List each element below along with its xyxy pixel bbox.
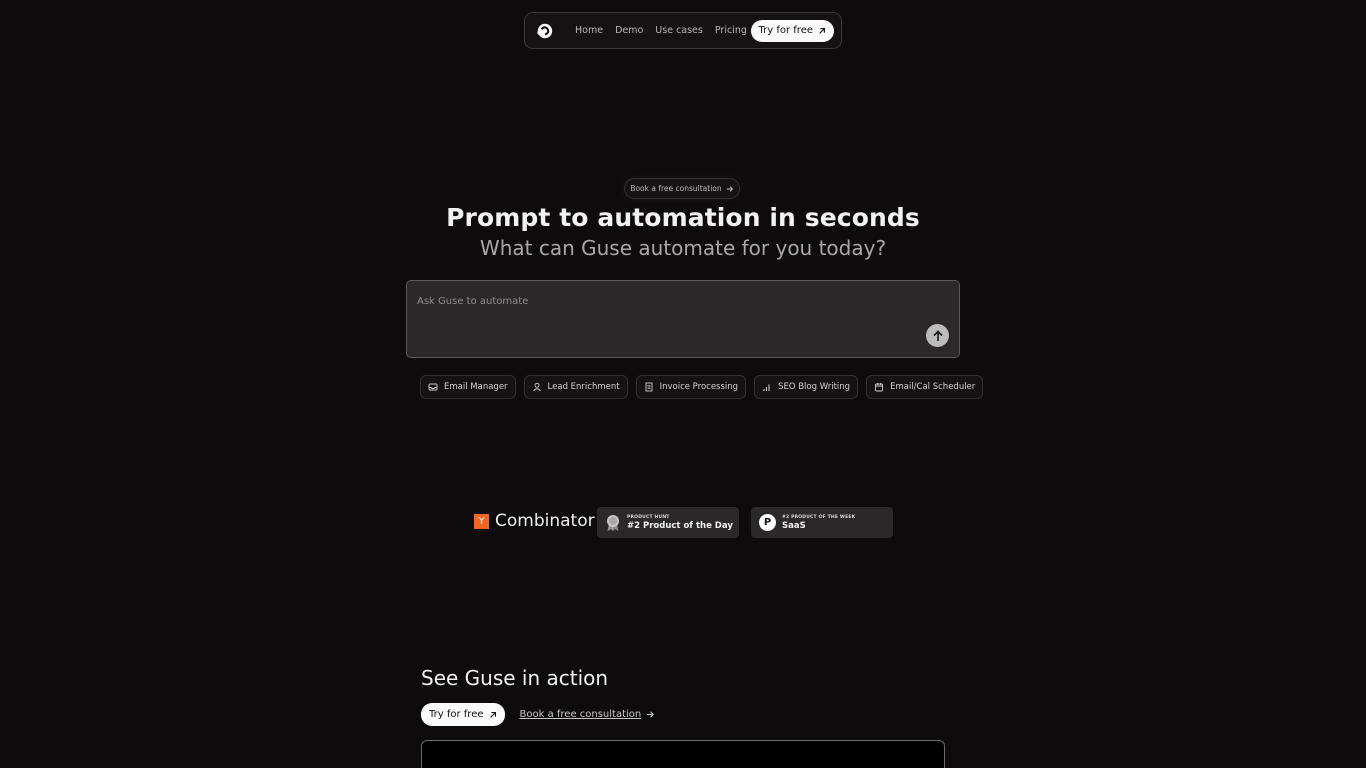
action-try-free-label: Try for free: [429, 709, 484, 720]
arrow-right-icon: [647, 711, 655, 718]
demo-video-frame[interactable]: [421, 740, 945, 768]
action-row: Try for free Book a free consultation: [421, 703, 655, 726]
yc-box-icon: Y: [474, 513, 489, 529]
chip-label: Email Manager: [444, 382, 508, 392]
consult-label: Book a free consultation: [519, 709, 642, 720]
nav-link-use-cases[interactable]: Use cases: [655, 25, 703, 36]
nav-link-home[interactable]: Home: [575, 25, 603, 36]
chip-email-manager[interactable]: Email Manager: [420, 375, 516, 399]
hero-title: Prompt to automation in seconds: [446, 203, 920, 232]
badge-small-label: #2 PRODUCT OF THE WEEK: [782, 514, 856, 520]
yc-text: Combinator: [495, 511, 595, 531]
product-hunt-day-badge[interactable]: PRODUCT HUNT #2 Product of the Day: [597, 507, 739, 538]
hero-subtitle: What can Guse automate for you today?: [479, 236, 887, 260]
action-try-free-button[interactable]: Try for free: [421, 703, 505, 726]
inbox-icon: [428, 383, 438, 391]
chip-lead-enrichment[interactable]: Lead Enrichment: [523, 375, 628, 399]
badge-text: PRODUCT HUNT #2 Product of the Day: [627, 515, 733, 531]
pill-label: Book a free consultation: [630, 184, 722, 193]
guse-logo-icon[interactable]: [535, 21, 555, 41]
badge-small-label: PRODUCT HUNT: [627, 514, 670, 520]
chip-label: SEO Blog Writing: [778, 382, 851, 392]
y-combinator-logo: Y Combinator: [474, 511, 595, 531]
product-hunt-icon: P: [759, 514, 776, 531]
badge-big-label: SaaS: [782, 520, 806, 531]
use-case-chips: Email Manager Lead Enrichment Invoice Pr…: [420, 375, 984, 399]
book-consultation-pill[interactable]: Book a free consultation: [624, 178, 740, 199]
nav-links: Home Demo Use cases Pricing: [575, 25, 751, 36]
see-in-action-title: See Guse in action: [421, 666, 609, 690]
arrow-up-right-icon: [819, 27, 825, 34]
page: Home Demo Use cases Pricing Try for free…: [0, 0, 1366, 768]
product-hunt-week-badge[interactable]: P #2 PRODUCT OF THE WEEK SaaS: [751, 507, 893, 538]
action-book-consultation-link[interactable]: Book a free consultation: [520, 709, 656, 720]
chip-invoice-processing[interactable]: Invoice Processing: [635, 375, 747, 399]
chip-email-cal-scheduler[interactable]: Email/Cal Scheduler: [866, 375, 984, 399]
prompt-input[interactable]: [417, 291, 917, 311]
nav-try-free-button[interactable]: Try for free: [750, 19, 834, 42]
chip-seo-blog-writing[interactable]: SEO Blog Writing: [754, 375, 859, 399]
arrow-right-icon: [726, 185, 733, 192]
user-icon: [532, 382, 541, 392]
chip-label: Invoice Processing: [659, 382, 739, 392]
medal-icon: [607, 514, 619, 531]
badge-text: #2 PRODUCT OF THE WEEK SaaS: [782, 515, 855, 531]
chip-label: Email/Cal Scheduler: [890, 382, 976, 392]
top-nav: Home Demo Use cases Pricing Try for free: [524, 12, 842, 49]
bar-chart-icon: [763, 384, 770, 391]
chip-label: Lead Enrichment: [547, 382, 620, 392]
arrow-up-icon: [932, 329, 943, 341]
calendar-icon: [875, 383, 884, 392]
nav-link-pricing[interactable]: Pricing: [715, 25, 747, 36]
document-icon: [645, 382, 653, 392]
arrow-up-right-icon: [489, 711, 496, 718]
prompt-box: [406, 280, 960, 358]
badge-big-label: #2 Product of the Day: [627, 520, 733, 531]
nav-link-demo[interactable]: Demo: [615, 25, 643, 36]
send-button[interactable]: [926, 324, 949, 347]
nav-try-free-label: Try for free: [758, 25, 814, 36]
